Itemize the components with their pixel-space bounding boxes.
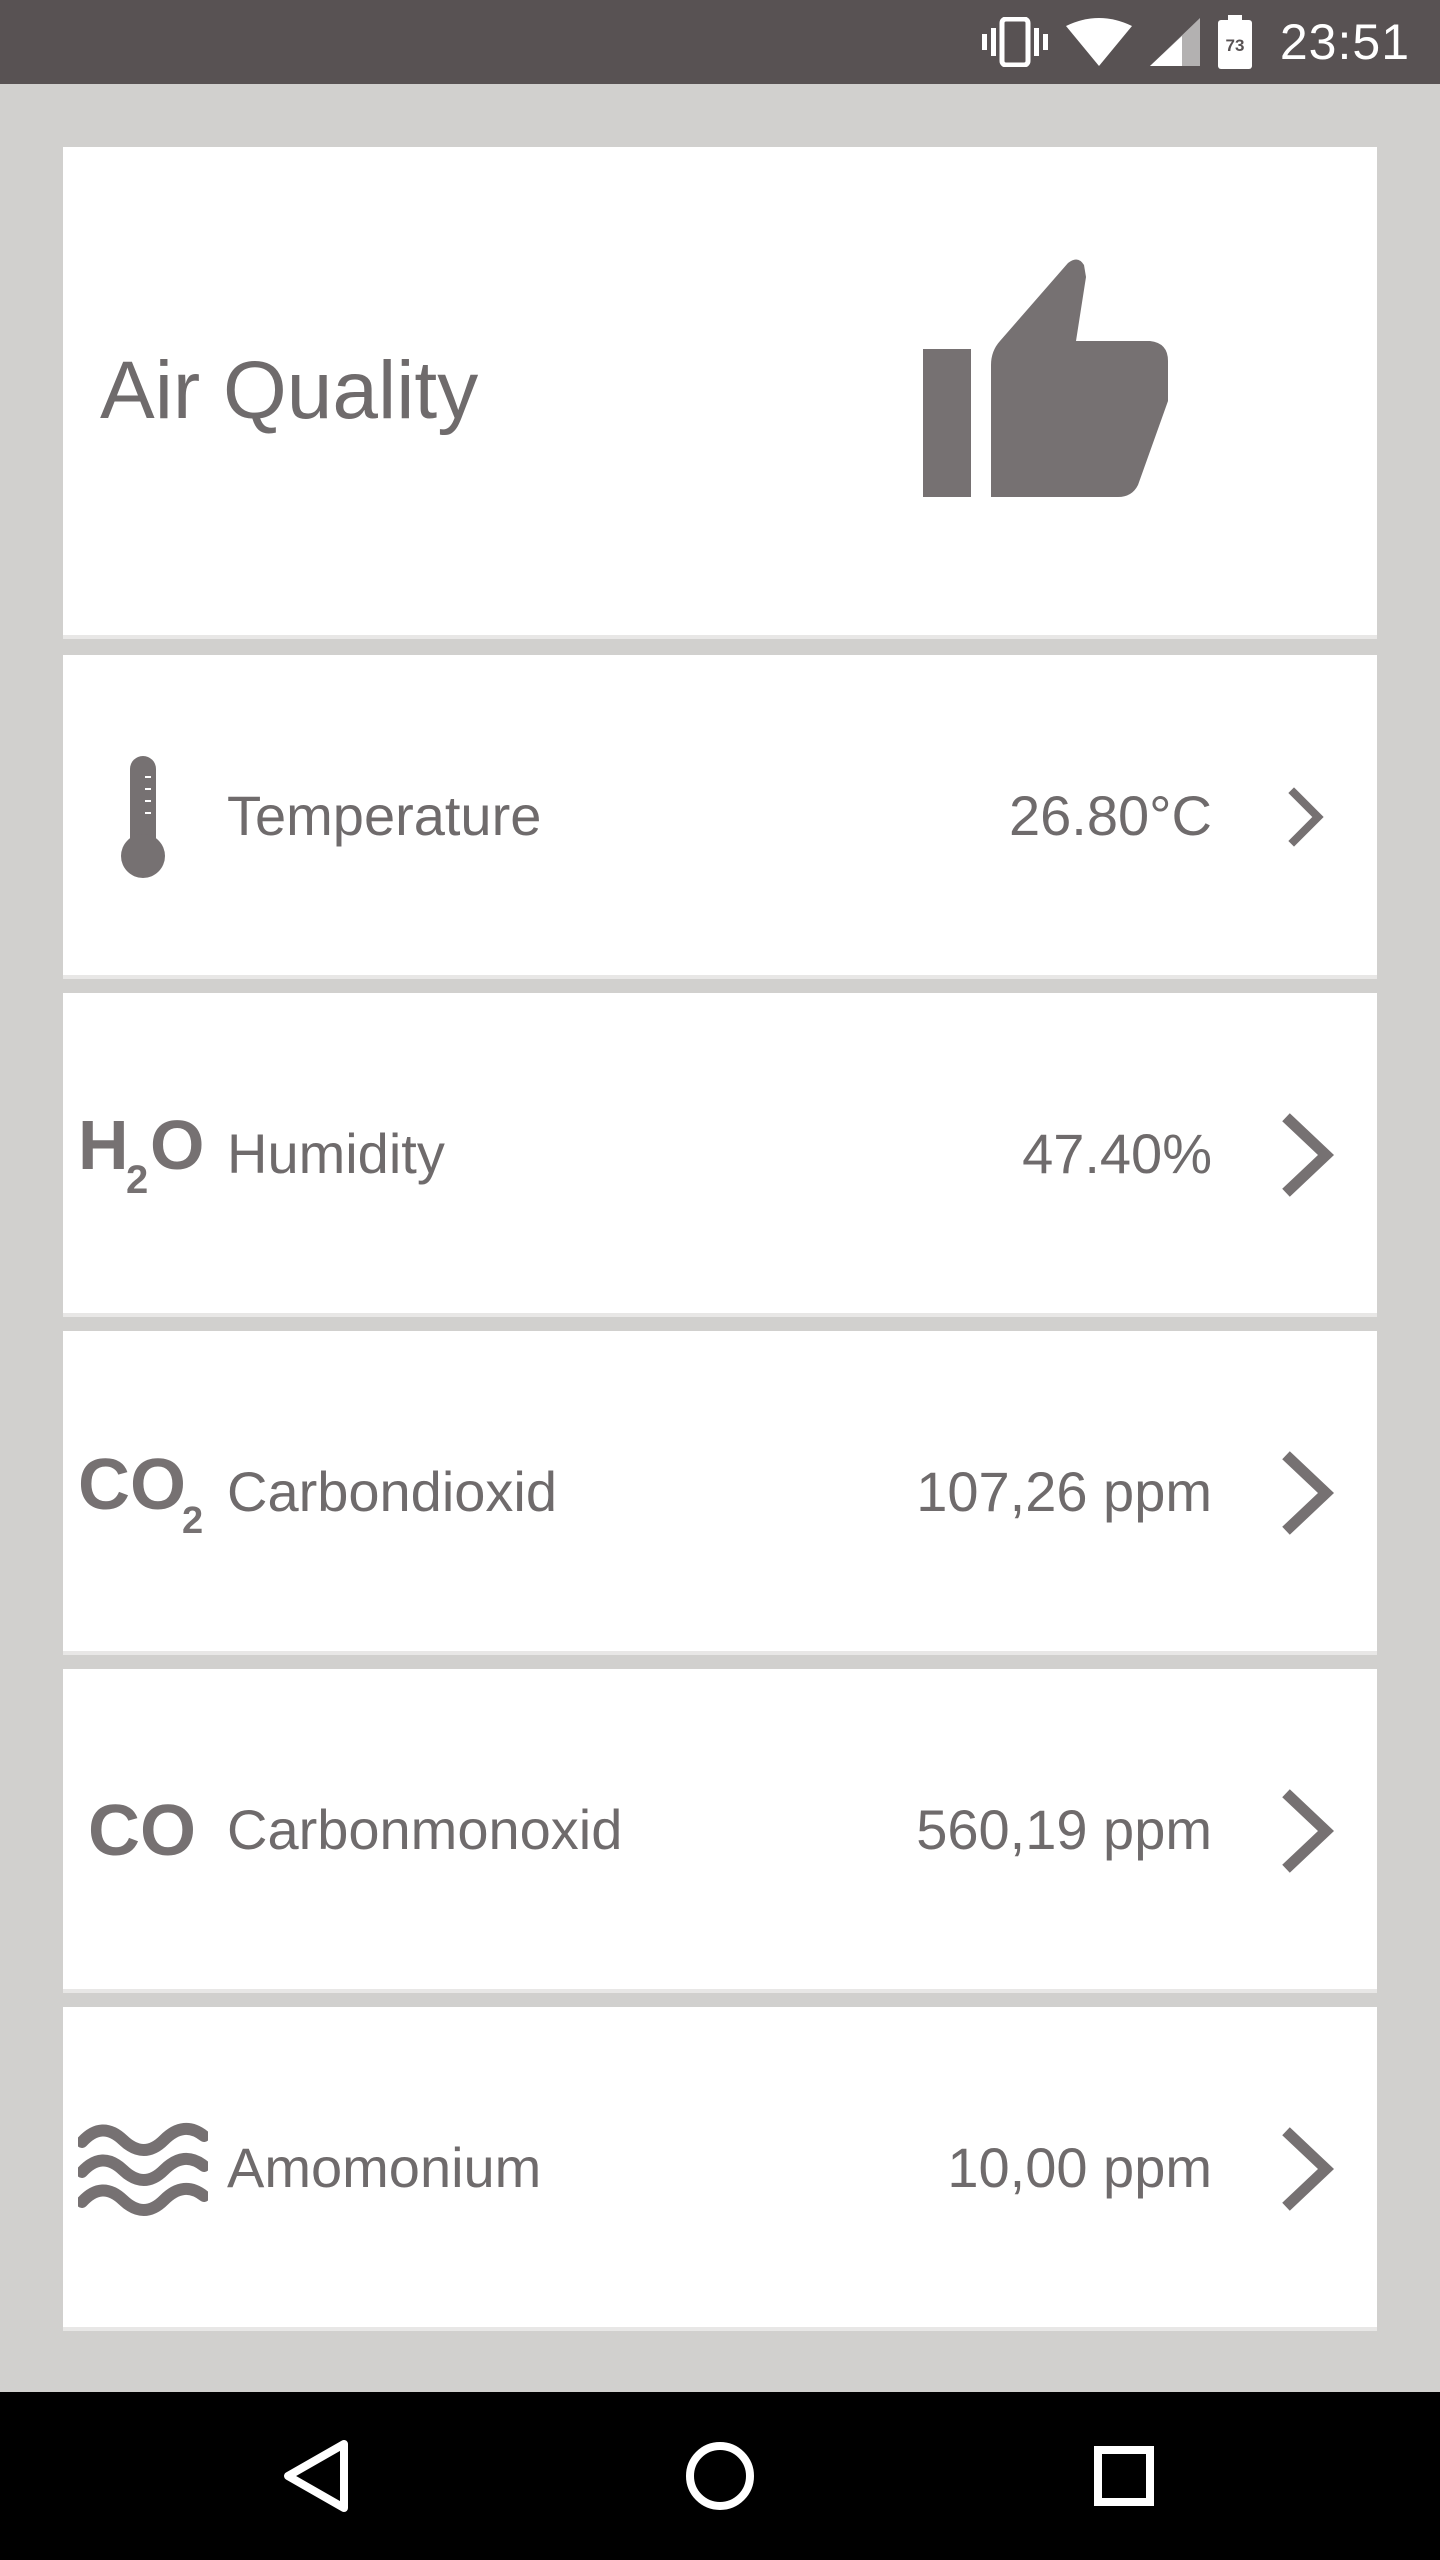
sensor-label: Carbondioxid: [227, 1459, 557, 1523]
sensor-row-amomonium[interactable]: Amomonium 10,00 ppm: [63, 2007, 1377, 2331]
svg-text:CO: CO: [88, 1791, 196, 1871]
sensor-value: 47.40%: [1022, 1121, 1212, 1185]
chevron-right-icon[interactable]: [1266, 767, 1356, 867]
thermometer-icon: [78, 756, 208, 878]
sensor-label: Humidity: [227, 1121, 445, 1185]
wifi-icon: [1065, 18, 1132, 66]
thumbs-up-icon: [923, 259, 1168, 497]
sensor-row-humidity[interactable]: H 2 O Humidity 47.40%: [63, 993, 1377, 1317]
sensor-label: Carbonmonoxid: [227, 1797, 623, 1861]
sensor-value: 26.80°C: [1009, 783, 1212, 847]
cell-signal-icon: [1149, 18, 1200, 66]
page-title: Air Quality: [100, 345, 479, 436]
h2o-icon: H 2 O: [78, 1095, 208, 1215]
sensor-row-carbondioxid[interactable]: CO 2 Carbondioxid 107,26 ppm: [63, 1331, 1377, 1655]
co-icon: CO: [78, 1771, 208, 1891]
svg-text:2: 2: [182, 1500, 203, 1542]
recents-icon[interactable]: [1074, 2426, 1174, 2526]
sensor-label: Amomonium: [227, 2135, 542, 2199]
svg-text:O: O: [150, 1106, 204, 1184]
status-icons: 73 23:51: [981, 0, 1410, 84]
sensor-value: 560,19 ppm: [916, 1797, 1212, 1861]
chevron-right-icon[interactable]: [1266, 2119, 1356, 2219]
svg-text:CO: CO: [78, 1445, 186, 1525]
air-quality-card: Air Quality: [63, 147, 1377, 639]
main-content: Air Quality Temperature 26.80°C H 2 O Hu…: [0, 84, 1440, 2392]
status-bar: 73 23:51: [0, 0, 1440, 84]
home-icon[interactable]: [670, 2426, 770, 2526]
sensor-value: 107,26 ppm: [916, 1459, 1212, 1523]
vibrate-icon: [981, 17, 1048, 67]
chevron-right-icon[interactable]: [1266, 1781, 1356, 1881]
clock: 23:51: [1279, 14, 1410, 70]
chevron-right-icon[interactable]: [1266, 1105, 1356, 1205]
co2-icon: CO 2: [78, 1433, 208, 1553]
svg-text:2: 2: [126, 1158, 148, 1202]
back-icon[interactable]: [266, 2426, 366, 2526]
svg-text:H: H: [78, 1106, 129, 1184]
battery-level: 73: [1225, 36, 1244, 55]
sensor-row-carbonmonoxid[interactable]: CO Carbonmonoxid 560,19 ppm: [63, 1669, 1377, 1993]
chevron-right-icon[interactable]: [1266, 1443, 1356, 1543]
sensor-label: Temperature: [227, 783, 542, 847]
battery-icon: 73: [1217, 15, 1252, 69]
sensor-row-temperature[interactable]: Temperature 26.80°C: [63, 655, 1377, 979]
waves-icon: [78, 2109, 208, 2229]
navigation-bar: [0, 2392, 1440, 2560]
sensor-value: 10,00 ppm: [947, 2135, 1212, 2199]
